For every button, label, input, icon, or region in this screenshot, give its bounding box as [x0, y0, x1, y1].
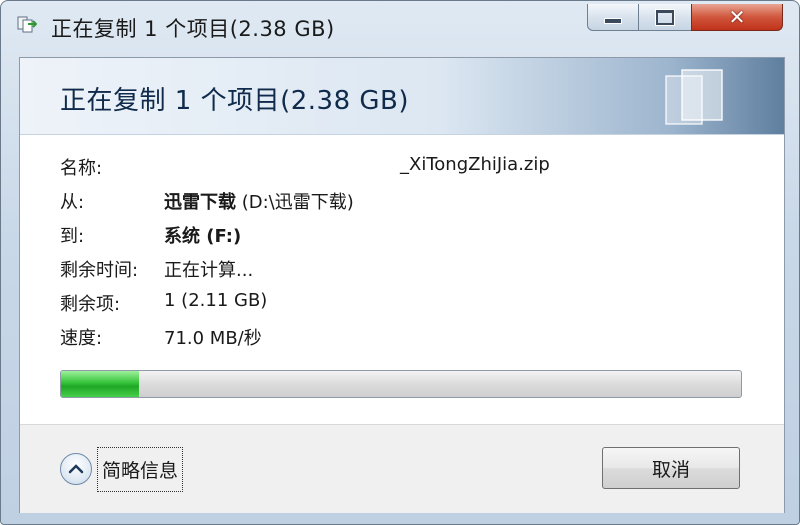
- progress-fill: [61, 371, 139, 397]
- maximize-button[interactable]: [638, 4, 692, 31]
- to-label: 到:: [60, 226, 85, 247]
- dialog-content: 正在复制 1 个项目(2.38 GB) 名称: _XiTongZhiJia.zi…: [19, 57, 785, 513]
- speed-value: 71.0 MB/秒: [164, 328, 262, 349]
- from-value[interactable]: 迅雷下载 (D:\迅雷下载): [164, 188, 354, 214]
- header-banner: 正在复制 1 个项目(2.38 GB): [20, 58, 784, 135]
- to-value[interactable]: 系统 (F:): [164, 222, 241, 248]
- copy-dialog-window: 正在复制 1 个项目(2.38 GB) ✕ 正在复制 1 个项目(2.38 GB…: [0, 0, 800, 525]
- collapse-details-button[interactable]: [60, 453, 92, 485]
- file-name: _XiTongZhiJia.zip: [400, 154, 550, 175]
- close-icon: ✕: [728, 5, 746, 29]
- from-path: (D:\迅雷下载): [241, 192, 354, 213]
- items-remaining-label: 剩余项:: [60, 294, 121, 315]
- items-remaining-value: 1 (2.11 GB): [164, 290, 268, 311]
- time-remaining-label: 剩余时间:: [60, 260, 139, 281]
- from-folder: 迅雷下载: [164, 192, 236, 213]
- to-drive: 系统 (F:): [164, 226, 242, 247]
- copy-window-icon: [17, 15, 38, 33]
- document-pages-icon: [660, 66, 732, 128]
- cancel-button[interactable]: 取消: [602, 447, 740, 489]
- minimize-icon: [604, 18, 622, 24]
- copy-progress-bar: [60, 370, 742, 398]
- time-remaining-value: 正在计算...: [164, 260, 254, 281]
- speed-label: 速度:: [60, 328, 103, 349]
- from-label: 从:: [60, 192, 85, 213]
- banner-title: 正在复制 1 个项目(2.38 GB): [60, 86, 409, 116]
- close-button[interactable]: ✕: [691, 4, 783, 31]
- window-title: 正在复制 1 个项目(2.38 GB): [51, 17, 335, 41]
- dialog-footer: 简略信息 取消: [20, 424, 784, 513]
- fewer-details-link[interactable]: 简略信息: [97, 447, 184, 492]
- maximize-icon: [656, 9, 674, 25]
- minimize-button[interactable]: [587, 4, 639, 31]
- chevron-up-icon: [68, 460, 84, 479]
- title-bar[interactable]: 正在复制 1 个项目(2.38 GB) ✕: [1, 1, 799, 47]
- name-label: 名称:: [60, 158, 103, 179]
